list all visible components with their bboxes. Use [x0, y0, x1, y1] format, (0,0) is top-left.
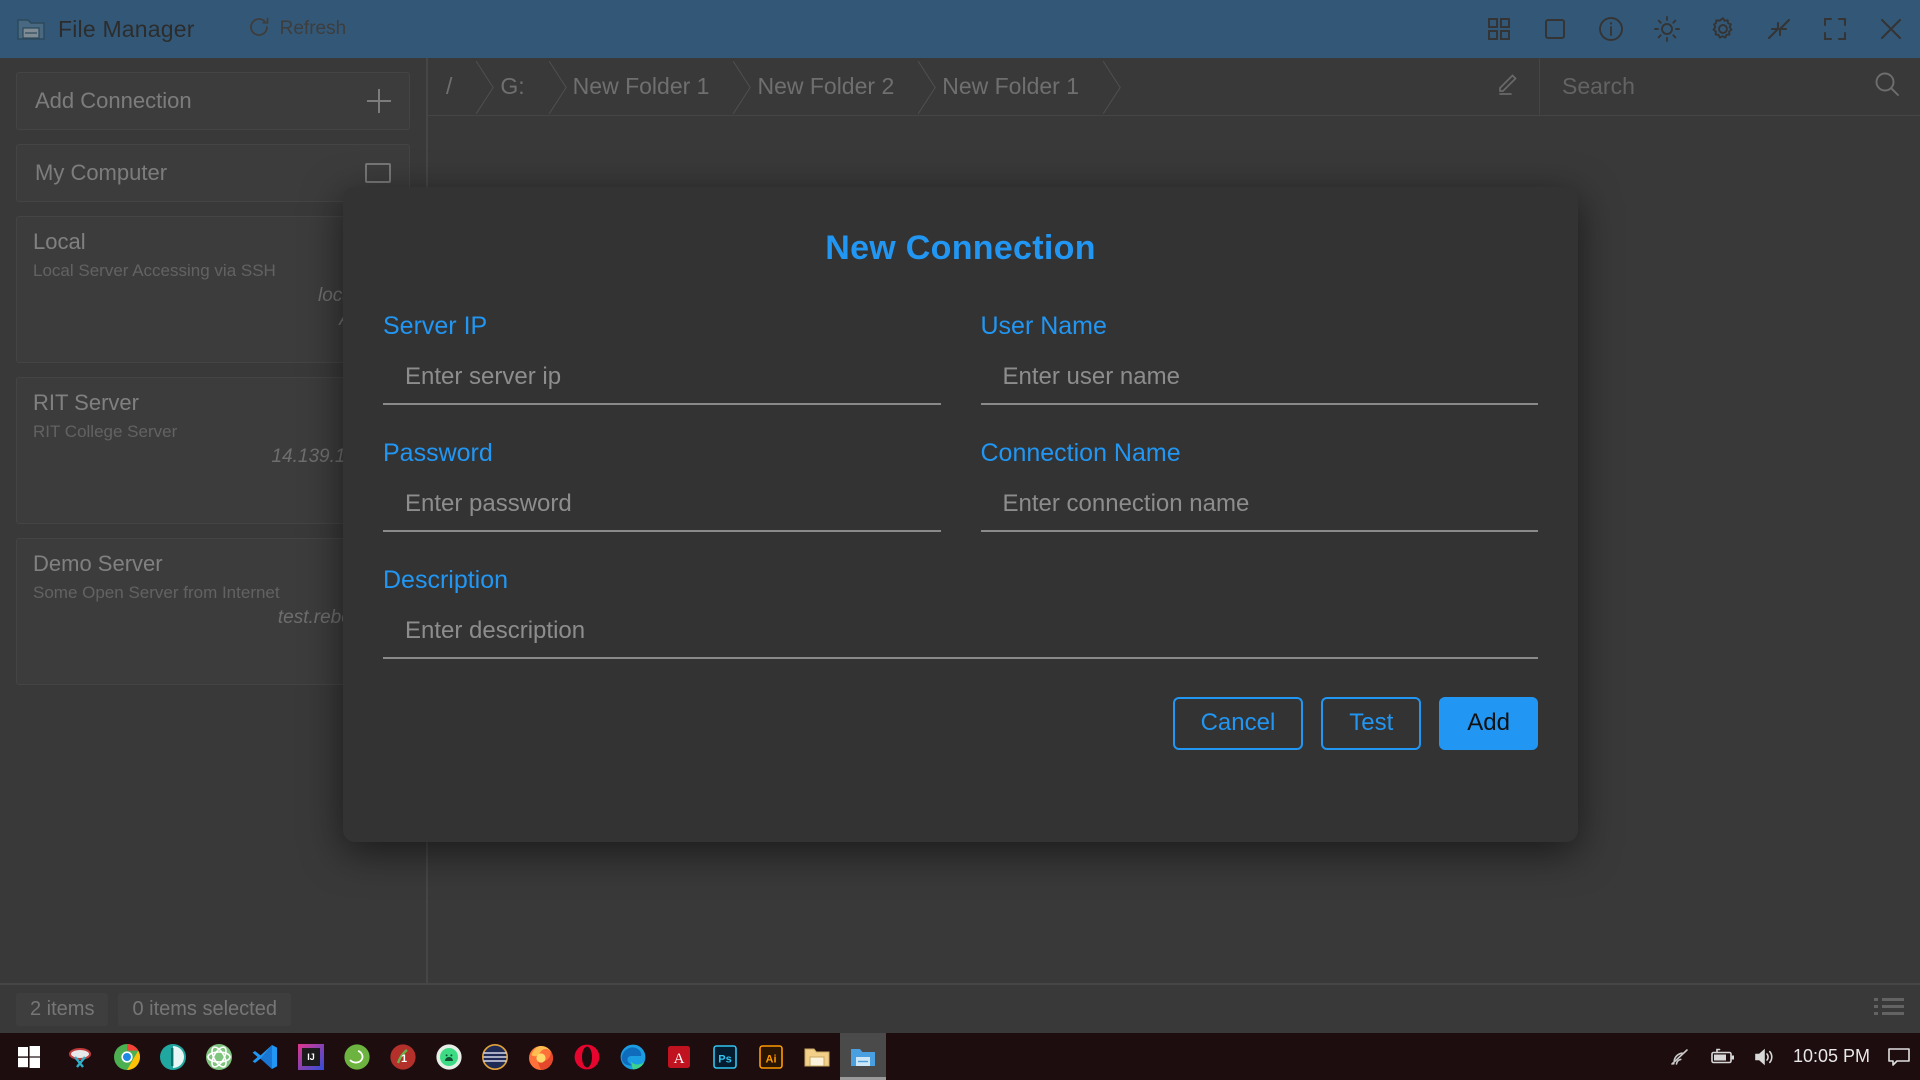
- svg-text:IJ: IJ: [307, 1052, 315, 1062]
- google-chrome-icon[interactable]: [104, 1033, 150, 1080]
- password-input[interactable]: [383, 490, 941, 532]
- android-studio-icon[interactable]: [426, 1033, 472, 1080]
- field-user-name: User Name: [980, 312, 1538, 439]
- svg-text:Ai: Ai: [766, 1053, 777, 1065]
- user-name-label: User Name: [980, 312, 1107, 340]
- svg-text:1: 1: [401, 1053, 407, 1065]
- field-server-ip: Server IP: [383, 312, 941, 439]
- svg-text:A: A: [674, 1051, 685, 1067]
- taskbar-items: IJ 1 A Ps Ai: [0, 1033, 886, 1080]
- windows-start-icon[interactable]: [0, 1033, 58, 1080]
- clock[interactable]: 10:05 PM: [1793, 1046, 1870, 1067]
- teal-app-icon[interactable]: [150, 1033, 196, 1080]
- svg-text:Ps: Ps: [718, 1053, 731, 1065]
- vs-code-icon[interactable]: [242, 1033, 288, 1080]
- description-input[interactable]: [383, 617, 1538, 659]
- server-ip-label: Server IP: [383, 312, 488, 340]
- field-connection-name: Connection Name: [980, 439, 1538, 566]
- screen: File Manager Refresh Add Connection My C…: [0, 0, 1920, 1080]
- microsoft-edge-icon[interactable]: [610, 1033, 656, 1080]
- connection-name-label: Connection Name: [980, 439, 1181, 467]
- system-tray: 10:05 PM: [1669, 1033, 1920, 1080]
- field-description: Description: [383, 566, 1538, 693]
- spring-tool-suite-icon[interactable]: [334, 1033, 380, 1080]
- user-name-input[interactable]: [980, 363, 1538, 405]
- test-button[interactable]: Test: [1321, 697, 1422, 750]
- battery-charging-icon[interactable]: [1709, 1047, 1737, 1067]
- mozilla-firefox-icon[interactable]: [518, 1033, 564, 1080]
- adobe-photoshop-icon[interactable]: Ps: [702, 1033, 748, 1080]
- connection-form: Server IP User Name Password Connection …: [383, 312, 1538, 693]
- opera-browser-icon[interactable]: [564, 1033, 610, 1080]
- notifications-icon[interactable]: [1886, 1046, 1912, 1068]
- dialog-title: New Connection: [825, 229, 1096, 267]
- windows-taskbar: IJ 1 A Ps Ai 10:05 PM: [0, 1033, 1920, 1080]
- dialog-actions: Cancel Test Add: [383, 697, 1538, 750]
- snipping-tool-icon[interactable]: [58, 1033, 104, 1080]
- new-connection-dialog: New Connection Server IP User Name Passw…: [343, 187, 1578, 842]
- mysql-workbench-icon[interactable]: [472, 1033, 518, 1080]
- volume-icon[interactable]: [1753, 1047, 1777, 1067]
- server-ip-input[interactable]: [383, 363, 941, 405]
- file-explorer-icon[interactable]: [794, 1033, 840, 1080]
- cancel-button[interactable]: Cancel: [1172, 697, 1304, 750]
- intellij-idea-icon[interactable]: IJ: [288, 1033, 334, 1080]
- description-label: Description: [383, 566, 509, 594]
- atom-editor-icon[interactable]: [196, 1033, 242, 1080]
- adobe-illustrator-icon[interactable]: Ai: [748, 1033, 794, 1080]
- file-manager-app-icon[interactable]: [840, 1033, 886, 1080]
- connection-name-input[interactable]: [980, 490, 1538, 532]
- field-password: Password: [383, 439, 941, 566]
- wifi-icon[interactable]: [1669, 1047, 1693, 1067]
- add-button[interactable]: Add: [1439, 697, 1538, 750]
- password-label: Password: [383, 439, 493, 467]
- red-app-icon[interactable]: 1: [380, 1033, 426, 1080]
- adobe-acrobat-icon[interactable]: A: [656, 1033, 702, 1080]
